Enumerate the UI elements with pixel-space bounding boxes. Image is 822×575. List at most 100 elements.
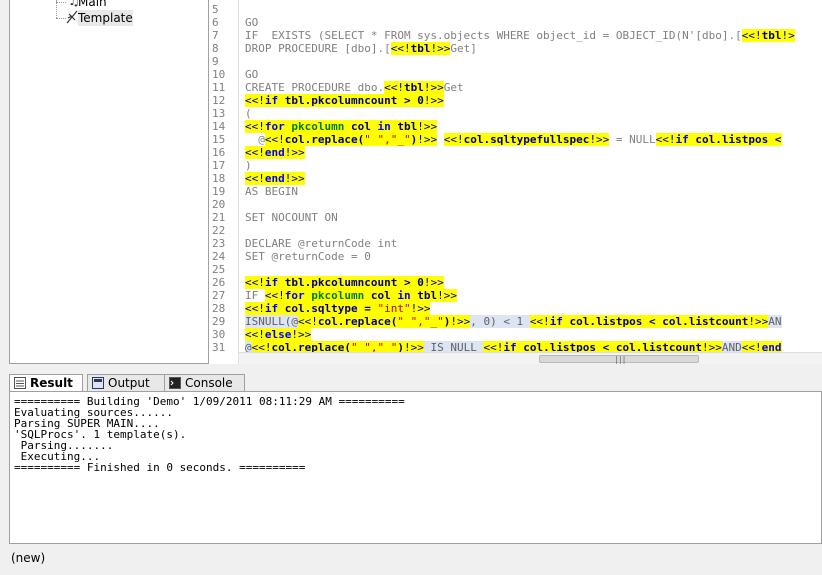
tree-connector	[56, 18, 66, 19]
code-line[interactable]: DECLARE @returnCode int	[245, 237, 397, 250]
line-number: 13	[212, 107, 226, 120]
code-line[interactable]: @<<!col.replace(" ","_")!>> <<!col.sqlty…	[245, 133, 782, 146]
code-token: !>>	[423, 81, 444, 94]
code-token: !>>	[450, 315, 471, 328]
code-token: IF EXISTS (SELECT * FROM sys.objects WHE…	[245, 29, 742, 42]
code-line[interactable]: CREATE PROCEDURE dbo.<<!tbl!>>Get	[245, 81, 464, 94]
code-token: !>>	[284, 146, 305, 159]
code-token: <<!	[245, 276, 265, 289]
line-number: 9	[212, 55, 219, 68]
code-token: tbl.pkcolumncount > 0	[278, 276, 424, 289]
code-token: DROP PROCEDURE [dbo].[	[245, 42, 391, 55]
code-token: <<!	[390, 42, 411, 55]
code-token: !>>	[291, 328, 312, 341]
line-number: 14	[212, 120, 226, 133]
grip-icon: |||	[614, 355, 626, 364]
code-token: "int"	[377, 302, 411, 315]
output-line: ========== Finished in 0 seconds. ======…	[14, 461, 306, 474]
code-token: !>>	[423, 94, 444, 107]
code-token: , 0) < 1	[470, 315, 530, 328]
code-token: <<!	[264, 133, 285, 146]
code-line[interactable]: ISNULL(@<<!col.replace(" ","_")!>>, 0) <…	[245, 315, 782, 328]
result-output-pane[interactable]: ========== Building 'Demo' 1/09/2011 08:…	[9, 391, 822, 544]
code-line[interactable]: <<!for pkcolumn col in tbl!>>	[245, 120, 438, 133]
code-token: Get	[443, 81, 464, 94]
line-number: 21	[212, 211, 226, 224]
tab-console[interactable]: Console	[164, 374, 245, 392]
line-number: 25	[212, 263, 226, 276]
output-icon	[92, 377, 104, 389]
code-token: if	[264, 276, 279, 289]
status-bar: (new)	[0, 545, 822, 575]
code-token: tbl	[410, 289, 438, 302]
code-token: <<!	[245, 146, 265, 159]
code-token: !>	[781, 29, 795, 42]
code-line[interactable]: AS BEGIN	[245, 185, 298, 198]
line-number: 15	[212, 133, 226, 146]
code-editor[interactable]: 5 6 7 8 9 10 11 12 13 14 15 16 17 18 19 20 21 22 23 24 25 26 2…	[209, 0, 822, 364]
code-line[interactable]: <<!else!>>	[245, 328, 312, 341]
code-line[interactable]: IF EXISTS (SELECT * FROM sys.objects WHE…	[245, 29, 795, 42]
output-tabs: Result Output Console	[9, 374, 822, 392]
code-token: <<!	[245, 302, 265, 315]
code-token: DECLARE @returnCode int	[245, 237, 398, 250]
tree-item-label: Main	[78, 0, 107, 9]
code-token: if	[675, 133, 689, 146]
code-token: col.sqltype =	[278, 302, 378, 315]
line-number: 26	[212, 276, 226, 289]
line-number: 30	[212, 328, 226, 341]
code-token: col.replace(	[284, 133, 365, 146]
code-token: for	[284, 289, 305, 302]
code-token: col.sqltypefullspec	[463, 133, 590, 146]
code-line[interactable]: SET NOCOUNT ON	[245, 211, 338, 224]
tree-item-main[interactable]: Main	[78, 0, 107, 10]
code-token: AS BEGIN	[245, 185, 298, 198]
line-number: 5	[212, 3, 219, 16]
project-tree[interactable]: ♫ Main Template	[9, 0, 209, 364]
code-line[interactable]: SET @returnCode = 0	[245, 250, 371, 263]
line-number: 11	[212, 81, 226, 94]
console-icon	[169, 377, 181, 389]
line-number: 22	[212, 224, 226, 237]
code-token: !>>	[284, 172, 305, 185]
code-token: " ","_"	[397, 315, 444, 328]
horizontal-scrollbar[interactable]: |||	[239, 352, 822, 364]
line-number: 18	[212, 172, 226, 185]
line-number: 23	[212, 237, 226, 250]
code-token: !>>	[410, 302, 431, 315]
code-token: @	[245, 133, 265, 146]
code-token: <<!	[384, 81, 404, 94]
template-icon	[66, 10, 78, 29]
code-line[interactable]: <<!if col.sqltype = "int"!>>	[245, 302, 431, 315]
code-line[interactable]: <<!if tbl.pkcolumncount > 0!>>	[245, 276, 444, 289]
code-token: end	[264, 172, 285, 185]
code-token: IF	[245, 289, 265, 302]
code-line[interactable]: )	[245, 159, 252, 172]
code-line[interactable]: IF <<!for pkcolumn col in tbl!>>	[245, 289, 457, 302]
code-token: in	[377, 120, 391, 133]
tab-result[interactable]: Result	[9, 374, 83, 392]
code-token: )	[245, 159, 252, 172]
code-token: in	[397, 289, 411, 302]
code-token: <<!	[245, 172, 265, 185]
tree-item-label: Template	[78, 11, 133, 25]
code-line[interactable]: GO	[245, 68, 258, 81]
code-line[interactable]: <<!end!>>	[245, 146, 305, 159]
code-line[interactable]: (	[245, 107, 252, 120]
line-number: 12	[212, 94, 226, 107]
code-line[interactable]: <<!if tbl.pkcolumncount > 0!>>	[245, 94, 444, 107]
code-token: pkcolumn	[304, 289, 365, 302]
tree-item-template[interactable]: Template	[78, 10, 133, 26]
code-token: if	[264, 302, 279, 315]
tab-output[interactable]: Output	[87, 374, 165, 392]
code-line[interactable]: GO	[245, 16, 258, 29]
code-token: tbl	[410, 42, 431, 55]
code-line[interactable]: DROP PROCEDURE [dbo].[<<!tbl!>>Get]	[245, 42, 477, 55]
line-number: 24	[212, 250, 226, 263]
line-number: 6	[212, 16, 219, 29]
status-text: (new)	[11, 551, 46, 565]
line-number: 10	[212, 68, 226, 81]
code-line[interactable]: <<!end!>>	[245, 172, 305, 185]
scrollbar-thumb[interactable]: |||	[539, 355, 699, 364]
tab-label: Result	[30, 376, 73, 390]
